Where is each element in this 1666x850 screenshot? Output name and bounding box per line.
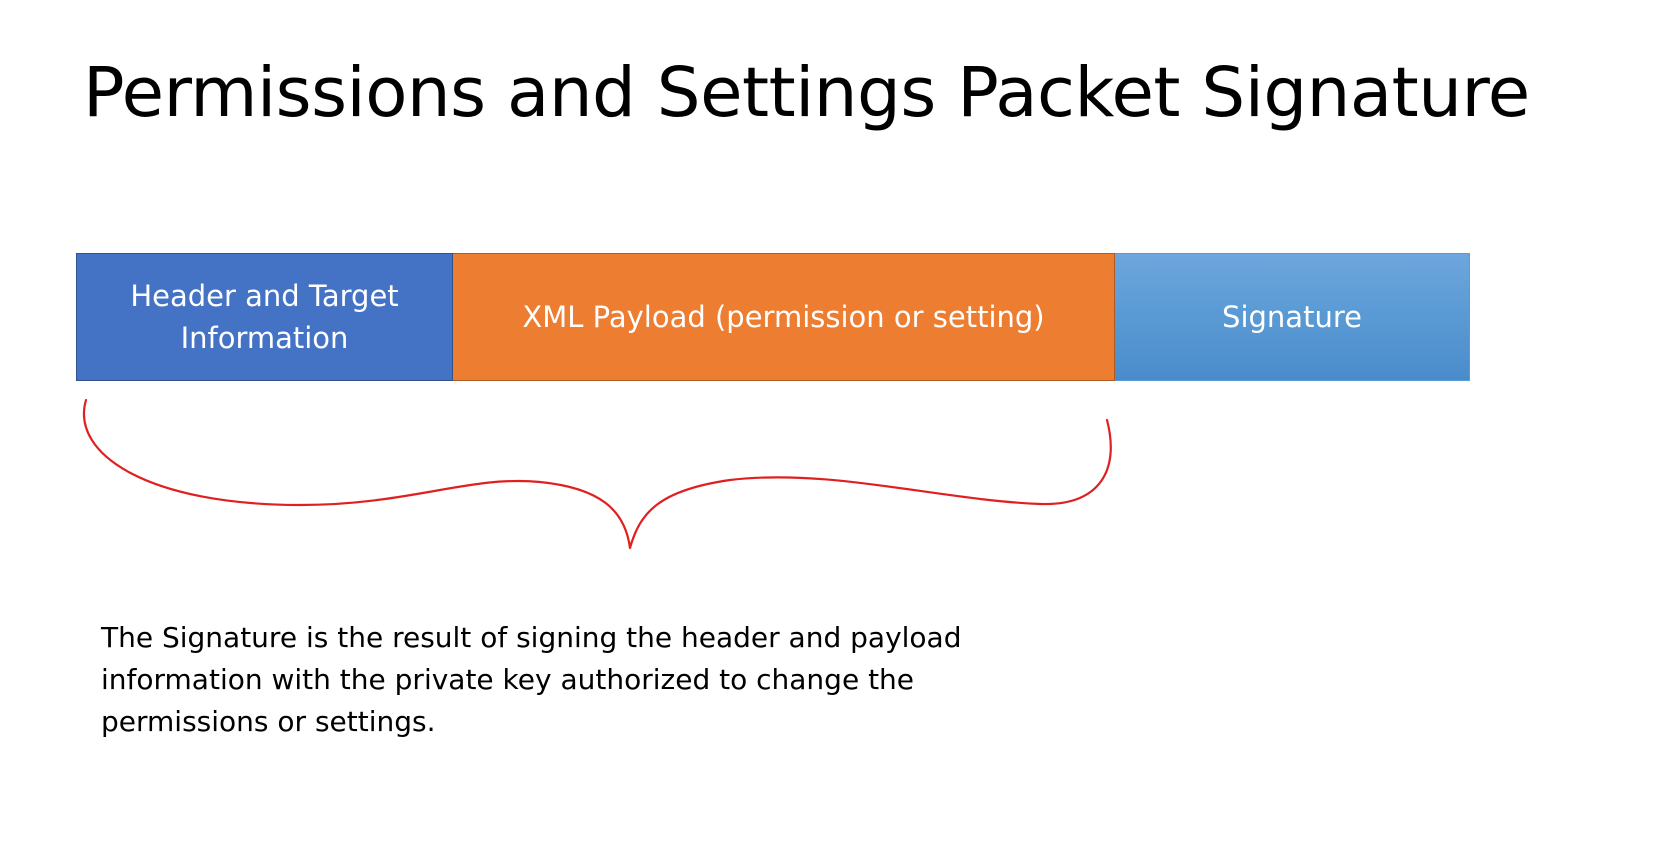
caption-line-3: permissions or settings. [101,705,436,738]
brace-path [83,398,1112,550]
caption-line-1: The Signature is the result of signing t… [101,621,962,654]
caption-line-2: information with the private key authori… [101,663,915,696]
caption-text: The Signature is the result of signing t… [101,617,1001,743]
